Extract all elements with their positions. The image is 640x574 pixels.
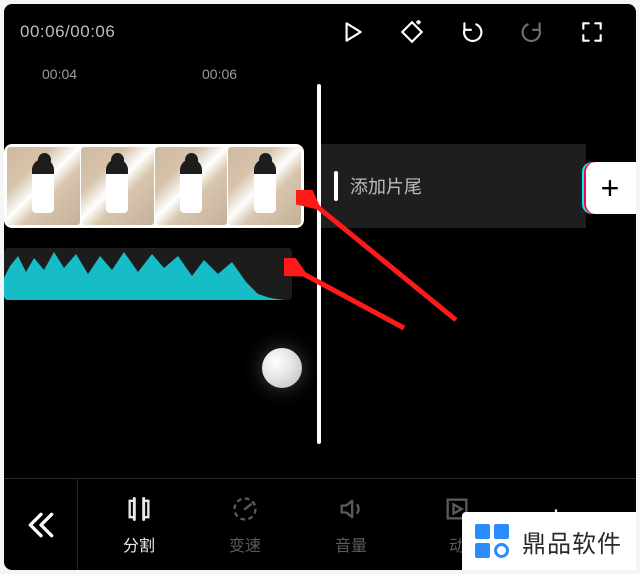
tool-label: 变速: [229, 532, 261, 556]
redo-icon: [519, 19, 545, 45]
slate-handle-icon: [334, 171, 338, 201]
watermark-text: 鼎品软件: [522, 524, 622, 559]
tool-volume[interactable]: 音量: [298, 494, 404, 556]
top-bar: 00:06/00:06: [4, 4, 636, 60]
tool-label: 音量: [335, 532, 367, 556]
undo-button[interactable]: [444, 4, 500, 60]
ruler-mark: 00:06: [202, 66, 237, 82]
annotation-arrow: [284, 258, 414, 338]
undo-icon: [459, 19, 485, 45]
waveform-icon: [4, 248, 292, 300]
watermark-logo-icon: [472, 521, 512, 561]
watermark: 鼎品软件: [462, 512, 636, 570]
tool-label: 分割: [123, 532, 155, 556]
time-counter: 00:06/00:06: [20, 22, 115, 42]
add-ending-slate[interactable]: 添加片尾: [320, 144, 586, 228]
keyframe-button[interactable]: [384, 4, 440, 60]
fullscreen-button[interactable]: [564, 4, 620, 60]
ruler-mark: 00:04: [42, 66, 77, 82]
add-clip-button[interactable]: +: [584, 162, 636, 214]
back-button[interactable]: [4, 479, 78, 571]
tool-speed[interactable]: 变速: [192, 494, 298, 556]
volume-icon: [337, 494, 365, 524]
audio-clip[interactable]: [4, 248, 292, 300]
timeline-tracks[interactable]: 添加片尾 +: [4, 90, 636, 476]
plus-icon: +: [601, 170, 620, 207]
diamond-plus-icon: [399, 19, 425, 45]
chevron-double-left-icon: [25, 509, 57, 541]
play-icon: [339, 19, 365, 45]
clip-thumbnail: [155, 147, 228, 225]
redo-button[interactable]: [504, 4, 560, 60]
tool-split[interactable]: 分割: [86, 494, 192, 556]
split-icon: [125, 494, 153, 524]
playhead[interactable]: [317, 84, 321, 444]
end-slate-label: 添加片尾: [350, 173, 422, 199]
scrub-handle[interactable]: [262, 348, 302, 388]
clip-thumbnail: [7, 147, 80, 225]
video-editor-screen: 00:06/00:06 00:04 00:06: [4, 4, 636, 570]
clip-thumbnail: [228, 147, 301, 225]
speed-icon: [231, 494, 259, 524]
play-button[interactable]: [324, 4, 380, 60]
clip-thumbnail: [81, 147, 154, 225]
video-clip[interactable]: [4, 144, 304, 228]
expand-icon: [579, 19, 605, 45]
